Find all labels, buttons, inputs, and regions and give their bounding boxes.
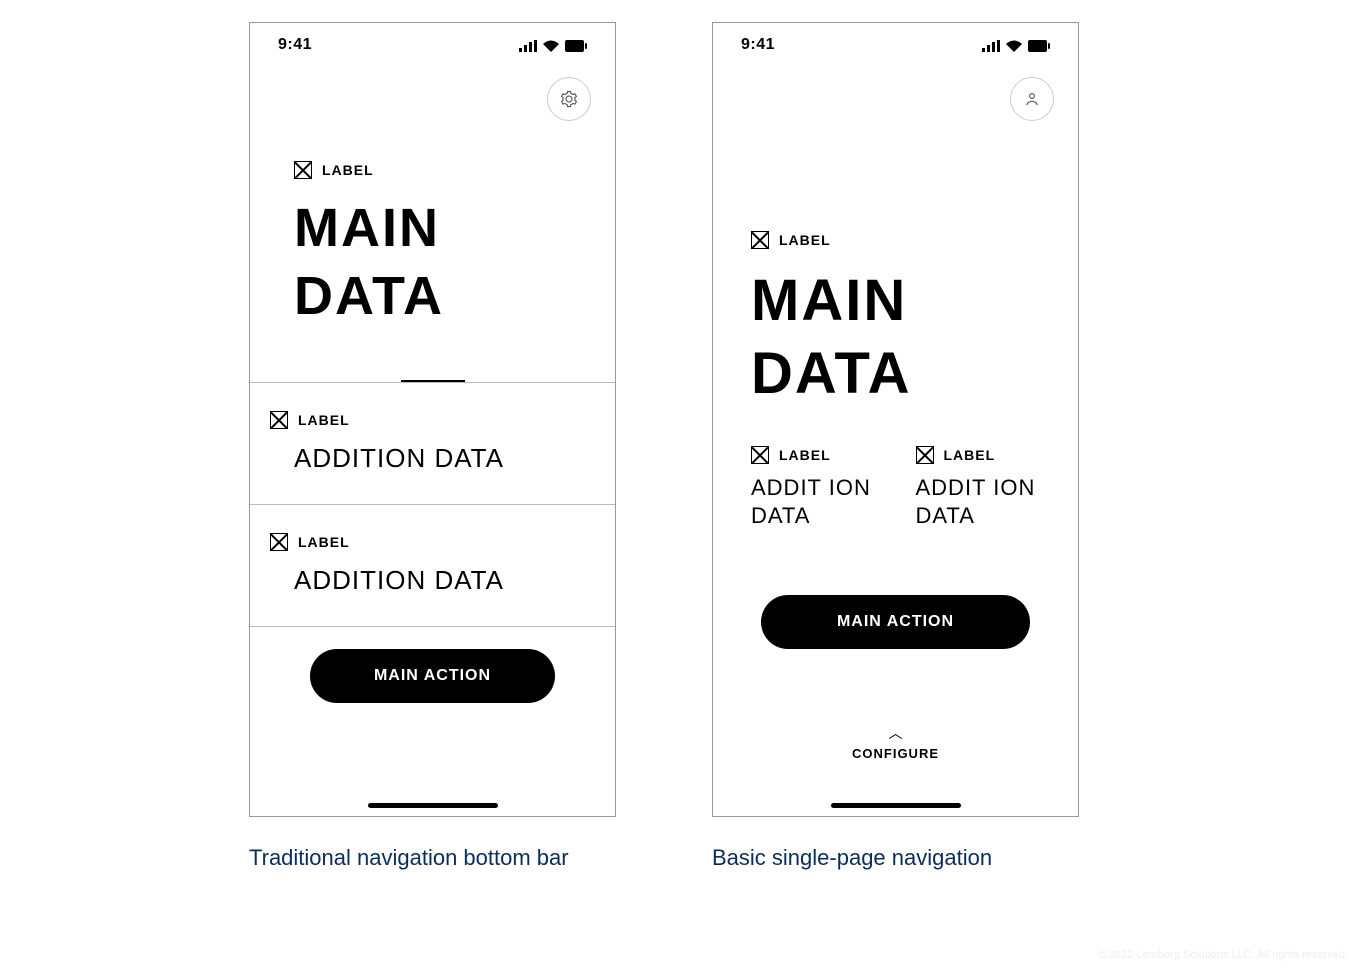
- addition-col-2-title: ADDIT ION DATA: [916, 474, 1041, 529]
- placeholder-icon: [916, 446, 934, 464]
- topbar: [250, 67, 615, 131]
- addition-columns: LABEL ADDIT ION DATA LABEL ADDIT ION DAT…: [751, 446, 1040, 529]
- main-section-label: LABEL: [779, 232, 831, 248]
- main-action-button[interactable]: MAIN ACTION: [761, 595, 1030, 649]
- main-section-label-row: LABEL: [294, 161, 571, 179]
- status-time: 9:41: [741, 36, 775, 54]
- profile-button[interactable]: [1010, 77, 1054, 121]
- placeholder-icon: [270, 533, 288, 551]
- addition-card-1-title: ADDITION DATA: [270, 443, 595, 474]
- home-indicator[interactable]: [368, 803, 498, 808]
- addition-card-2: LABEL ADDITION DATA: [250, 504, 615, 626]
- battery-icon: [565, 39, 587, 51]
- chevron-up-icon: ︿: [889, 726, 903, 740]
- main-section-title: MAIN DATA: [294, 195, 571, 330]
- placeholder-icon: [751, 446, 769, 464]
- main-section: LABEL MAIN DATA: [250, 131, 615, 382]
- cellular-signal-icon: [982, 39, 1000, 51]
- addition-col-1-label: LABEL: [779, 447, 831, 463]
- addition-card-2-label-row: LABEL: [270, 533, 595, 551]
- placeholder-icon: [270, 411, 288, 429]
- status-bar: 9:41: [713, 23, 1078, 67]
- addition-card-2-label: LABEL: [298, 534, 350, 550]
- home-indicator[interactable]: [831, 803, 961, 808]
- addition-card-1-label: LABEL: [298, 412, 350, 428]
- topbar: [713, 67, 1078, 131]
- status-icons: [982, 39, 1050, 51]
- status-time: 9:41: [278, 36, 312, 54]
- bottom-bar: MAIN ACTION: [250, 626, 615, 703]
- main-section-label-row: LABEL: [751, 231, 1040, 249]
- caption-right: Basic single-page navigation: [712, 845, 992, 871]
- addition-card-1: LABEL ADDITION DATA: [250, 382, 615, 504]
- wifi-icon: [543, 39, 559, 51]
- addition-col-2: LABEL ADDIT ION DATA: [916, 446, 1041, 529]
- configure-label: CONFIGURE: [751, 746, 1040, 761]
- battery-icon: [1028, 39, 1050, 51]
- addition-col-1-title: ADDIT ION DATA: [751, 474, 876, 529]
- phone-traditional-nav: 9:41 LABEL: [249, 22, 616, 817]
- configure-control[interactable]: ︿ CONFIGURE: [751, 725, 1040, 761]
- settings-button[interactable]: [547, 77, 591, 121]
- action-wrap: MAIN ACTION: [751, 595, 1040, 649]
- wifi-icon: [1006, 39, 1022, 51]
- person-icon: [1023, 90, 1041, 108]
- cellular-signal-icon: [519, 39, 537, 51]
- addition-col-2-label: LABEL: [944, 447, 996, 463]
- phone-single-page-nav: 9:41: [712, 22, 1079, 817]
- main-section-title: MAIN DATA: [751, 265, 1040, 410]
- addition-col-1-label-row: LABEL: [751, 446, 876, 464]
- placeholder-icon: [751, 231, 769, 249]
- gear-icon: [560, 90, 578, 108]
- main-section: LABEL MAIN DATA LABEL ADDIT ION DATA LAB…: [713, 131, 1078, 761]
- main-section-label: LABEL: [322, 162, 374, 178]
- main-action-button[interactable]: MAIN ACTION: [310, 649, 555, 703]
- status-icons: [519, 39, 587, 51]
- addition-card-1-label-row: LABEL: [270, 411, 595, 429]
- addition-card-2-title: ADDITION DATA: [270, 565, 595, 596]
- caption-left: Traditional navigation bottom bar: [249, 845, 569, 871]
- canvas: 9:41 LABEL: [0, 0, 1360, 969]
- addition-col-1: LABEL ADDIT ION DATA: [751, 446, 876, 529]
- placeholder-icon: [294, 161, 312, 179]
- status-bar: 9:41: [250, 23, 615, 67]
- addition-col-2-label-row: LABEL: [916, 446, 1041, 464]
- footer-copyright: © 2022 Lemberg Solutions LLC. All rights…: [1098, 949, 1348, 961]
